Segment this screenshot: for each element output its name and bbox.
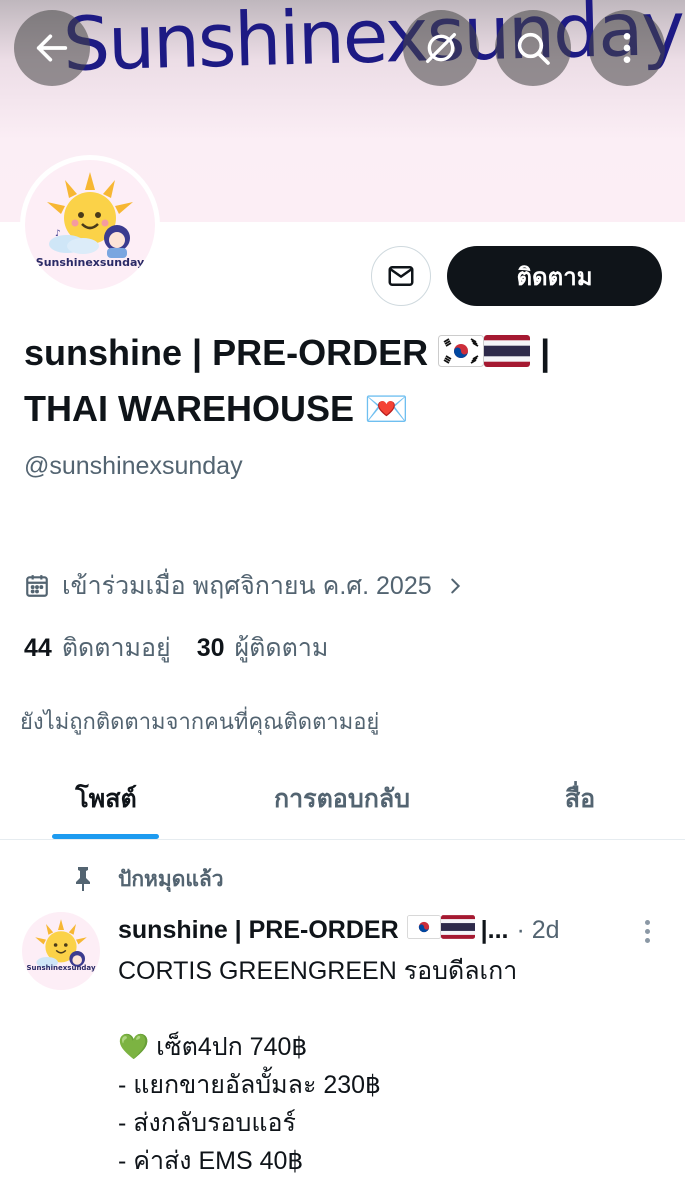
post-author-avatar[interactable]: Sunshinexsunday xyxy=(22,912,100,990)
pinned-label: ปักหมุดแล้ว xyxy=(118,867,224,891)
avatar-image: ♪ Sunshinexsunday xyxy=(25,160,155,290)
envelope-icon xyxy=(388,266,414,286)
post-timestamp[interactable]: · 2d xyxy=(516,916,559,945)
pinned-indicator: ปักหมุดแล้ว xyxy=(72,864,224,894)
arrow-left-icon xyxy=(36,34,68,62)
post-author-name-truncated: |... xyxy=(480,915,509,944)
svg-text:♪: ♪ xyxy=(55,229,61,239)
search-icon xyxy=(517,32,550,65)
message-button[interactable] xyxy=(371,246,431,306)
following-label: ติดตามอยู่ xyxy=(61,634,171,662)
post-more-button[interactable] xyxy=(634,916,660,946)
more-dot-icon xyxy=(644,937,650,943)
post-line: - ค่าส่ง EMS 40฿ xyxy=(118,1147,304,1175)
display-name: sunshine | PRE-ORDER | THAI WAREHOUSE 💌 xyxy=(24,326,644,436)
sun-mascot-illustration xyxy=(35,919,87,968)
followers-stat[interactable]: 30 ผู้ติดตาม xyxy=(197,628,329,668)
tab-replies[interactable]: การตอบกลับ xyxy=(232,760,452,838)
active-tab-indicator xyxy=(52,834,159,839)
post-line: - ส่งกลับรอบแอร์ xyxy=(118,1109,296,1137)
tab-posts[interactable]: โพสต์ xyxy=(20,760,192,838)
following-stat[interactable]: 44 ติดตามอยู่ xyxy=(24,628,171,668)
more-options-button[interactable] xyxy=(589,10,665,86)
grok-icon xyxy=(426,33,456,63)
post-author-name[interactable]: sunshine | PRE-ORDER xyxy=(118,916,399,945)
following-count: 44 xyxy=(24,634,52,662)
kr-flag-icon xyxy=(438,328,485,382)
post-line xyxy=(118,990,658,1028)
follow-stats: 44 ติดตามอยู่ 30 ผู้ติดตาม xyxy=(24,628,328,668)
back-button[interactable] xyxy=(14,10,90,86)
more-dot-icon xyxy=(644,919,650,925)
display-name-part1: sunshine | PRE-ORDER xyxy=(24,332,429,373)
profile-avatar[interactable]: ♪ Sunshinexsunday xyxy=(20,155,160,295)
more-dot-icon xyxy=(644,928,650,934)
chevron-right-icon xyxy=(450,578,460,594)
profile-tabs: โพสต์ การตอบกลับ สื่อ xyxy=(0,760,685,840)
profile-handle: @sunshinexsunday xyxy=(24,452,243,480)
joined-date-text: เข้าร่วมเมื่อ พฤศจิกายน ค.ศ. 2025 xyxy=(62,572,432,600)
th-flag-icon xyxy=(440,914,475,946)
followers-you-know-note: ยังไม่ถูกติดตามจากคนที่คุณติดตามอยู่ xyxy=(20,709,380,734)
followers-count: 30 xyxy=(196,634,225,662)
avatar-caption: Sunshinexsunday xyxy=(35,256,145,269)
search-button[interactable] xyxy=(495,10,571,86)
display-name-part2: THAI WAREHOUSE xyxy=(24,388,355,430)
post-text[interactable]: CORTIS GREENGREEN รอบดีลเกา 💚 เซ็ต4ปก 74… xyxy=(118,952,658,1180)
post-line: 💚 เซ็ต4ปก 740฿ xyxy=(118,1033,308,1061)
joined-date-row[interactable]: เข้าร่วมเมื่อ พฤศจิกายน ค.ศ. 2025 xyxy=(24,568,466,604)
more-vertical-icon xyxy=(623,33,631,63)
pin-icon xyxy=(76,867,90,891)
kr-flag-icon xyxy=(406,914,441,946)
grok-button[interactable] xyxy=(403,10,479,86)
calendar-icon xyxy=(26,575,48,597)
followers-label: ผู้ติดตาม xyxy=(234,634,329,662)
tab-media[interactable]: สื่อ xyxy=(520,760,640,838)
display-name-separator: | xyxy=(540,332,551,373)
love-letter-emoji: 💌 xyxy=(364,388,409,430)
avatar-caption: Sunshinexsunday xyxy=(26,964,96,972)
post-header: sunshine | PRE-ORDER |... · 2d xyxy=(118,912,618,948)
post-line: CORTIS GREENGREEN รอบดีลเกา xyxy=(118,957,518,985)
th-flag-icon xyxy=(484,328,531,382)
follow-button[interactable]: ติดตาม xyxy=(447,246,662,306)
sun-mascot-illustration: ♪ xyxy=(47,172,133,258)
post-line: - แยกขายอัลบั้มละ 230฿ xyxy=(118,1071,381,1099)
